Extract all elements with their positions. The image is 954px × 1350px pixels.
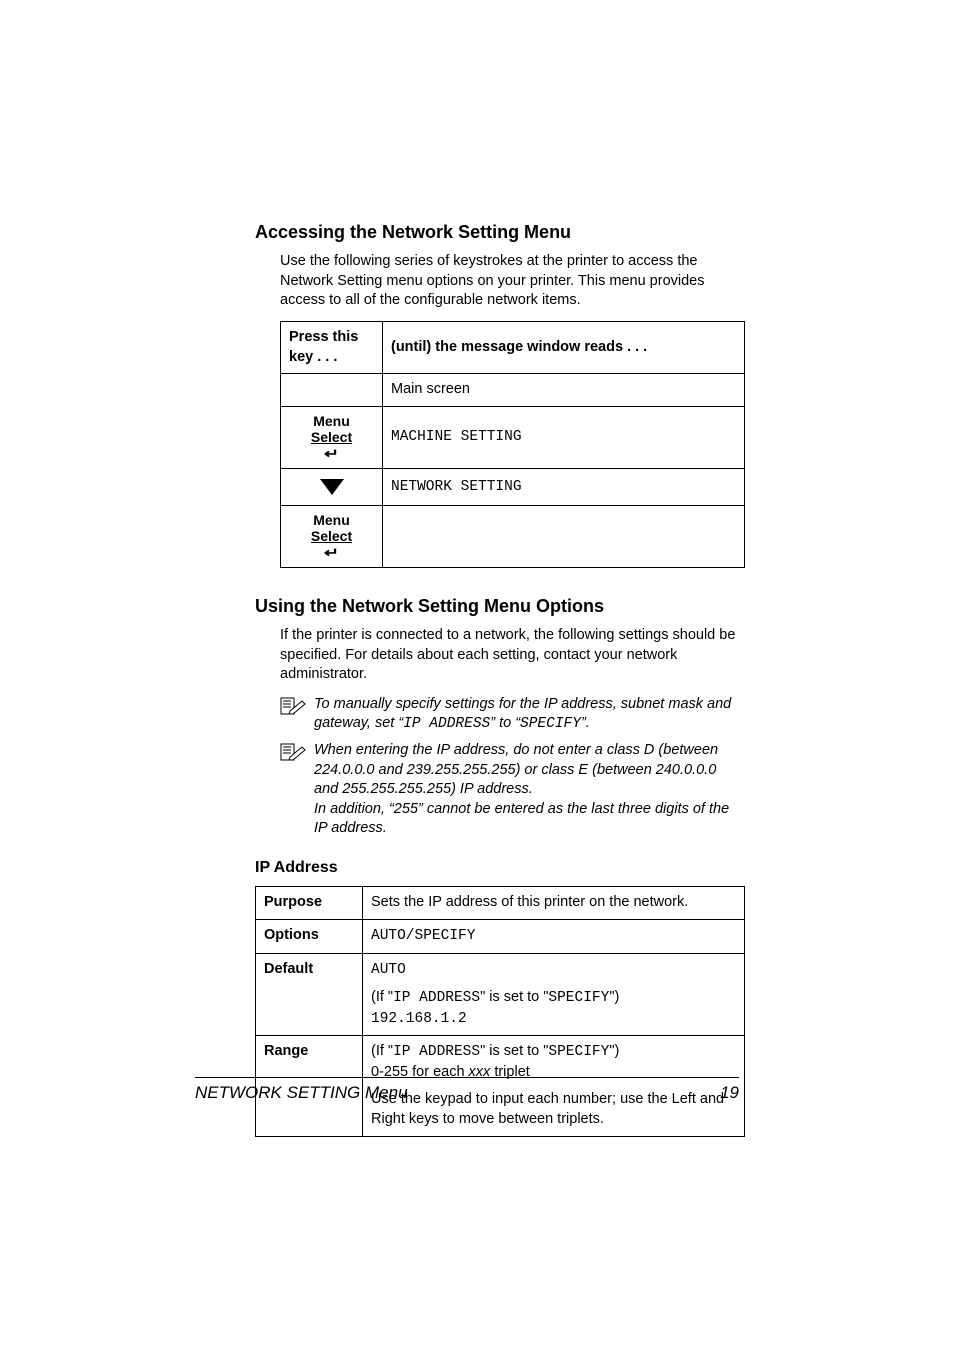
intro-paragraph-1: Use the following series of keystrokes a… bbox=[280, 252, 739, 311]
table-row: Default AUTO (If "IP ADDRESS" is set to … bbox=[256, 953, 745, 1036]
key-cell-menu-select: Menu Select ↵ bbox=[281, 406, 383, 468]
note-icon bbox=[280, 743, 306, 761]
value-purpose: Sets the IP address of this printer on t… bbox=[363, 887, 745, 920]
section-title-accessing: Accessing the Network Setting Menu bbox=[255, 220, 739, 244]
table-row: NETWORK SETTING bbox=[281, 468, 745, 505]
table-row: Press this key . . . (until) the message… bbox=[281, 321, 745, 373]
table-row: Purpose Sets the IP address of this prin… bbox=[256, 887, 745, 920]
footer-title: NETWORK SETTING Menu bbox=[195, 1082, 408, 1105]
menu-label-line1: Menu bbox=[313, 413, 350, 429]
intro-paragraph-2: If the printer is connected to a network… bbox=[280, 626, 739, 685]
value-options: AUTO/SPECIFY bbox=[363, 920, 745, 954]
note-text: To manually specify settings for the IP … bbox=[314, 695, 739, 735]
note-block: When entering the IP address, do not ent… bbox=[280, 741, 739, 839]
label-default: Default bbox=[256, 953, 363, 1036]
msg-cell: Main screen bbox=[383, 374, 745, 407]
note-text: When entering the IP address, do not ent… bbox=[314, 741, 739, 839]
down-arrow-icon bbox=[320, 479, 344, 495]
table-header-key: Press this key . . . bbox=[281, 321, 383, 373]
menu-label-line2: Select bbox=[311, 429, 352, 445]
keystroke-table: Press this key . . . (until) the message… bbox=[280, 321, 745, 568]
table-row: Main screen bbox=[281, 374, 745, 407]
menu-label-line2: Select bbox=[311, 528, 352, 544]
label-purpose: Purpose bbox=[256, 887, 363, 920]
table-row: Menu Select ↵ MACHINE SETTING bbox=[281, 406, 745, 468]
page-footer: NETWORK SETTING Menu 19 bbox=[195, 1077, 739, 1105]
key-cell-down bbox=[281, 468, 383, 505]
note-block: To manually specify settings for the IP … bbox=[280, 695, 739, 735]
table-header-msg: (until) the message window reads . . . bbox=[383, 321, 745, 373]
page-number: 19 bbox=[720, 1082, 739, 1105]
msg-cell: MACHINE SETTING bbox=[383, 406, 745, 468]
key-cell-menu-select: Menu Select ↵ bbox=[281, 505, 383, 567]
msg-cell-empty bbox=[383, 505, 745, 567]
subsection-title-ip: IP Address bbox=[255, 857, 739, 879]
note-icon bbox=[280, 697, 306, 715]
enter-icon: ↵ bbox=[324, 447, 339, 462]
label-options: Options bbox=[256, 920, 363, 954]
section-title-using: Using the Network Setting Menu Options bbox=[255, 594, 739, 618]
msg-cell: NETWORK SETTING bbox=[383, 468, 745, 505]
enter-icon: ↵ bbox=[324, 546, 339, 561]
menu-label-line1: Menu bbox=[313, 512, 350, 528]
key-cell-empty bbox=[281, 374, 383, 407]
table-row: Options AUTO/SPECIFY bbox=[256, 920, 745, 954]
table-row: Menu Select ↵ bbox=[281, 505, 745, 567]
value-default: AUTO (If "IP ADDRESS" is set to "SPECIFY… bbox=[363, 953, 745, 1036]
